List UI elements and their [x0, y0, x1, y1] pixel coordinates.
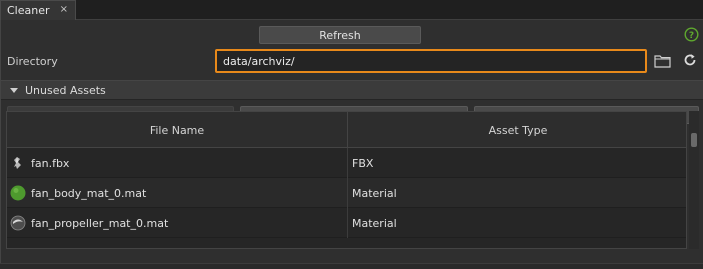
reload-icon[interactable]	[682, 52, 698, 68]
file-name: fan_propeller_mat_0.mat	[31, 216, 169, 230]
section-title: Unused Assets	[25, 83, 106, 97]
directory-input[interactable]	[215, 49, 647, 73]
refresh-button[interactable]: Refresh	[259, 26, 421, 44]
help-icon[interactable]: ?	[684, 27, 699, 42]
unused-assets-header[interactable]: Unused Assets	[1, 80, 703, 100]
column-header-asset-type[interactable]: Asset Type	[348, 112, 686, 148]
tab-cleaner[interactable]: Cleaner ×	[0, 0, 76, 20]
column-header-file-name[interactable]: File Name	[7, 112, 348, 148]
file-name: fan.fbx	[31, 156, 70, 170]
file-name-cell: fan_body_mat_0.mat	[7, 178, 348, 208]
table-header: File Name Asset Type	[7, 112, 686, 148]
unused-assets-table: File Name Asset Type fan.fbx FBX fan_bod…	[6, 111, 687, 249]
asset-type-cell: FBX	[352, 156, 374, 170]
file-name: fan_body_mat_0.mat	[31, 186, 147, 200]
svg-text:?: ?	[689, 31, 694, 41]
mesh-icon	[14, 157, 21, 169]
tab-label: Cleaner	[7, 4, 50, 17]
directory-label: Directory	[7, 55, 58, 68]
bottom-edge	[0, 263, 703, 269]
table-scrollbar[interactable]	[689, 111, 699, 249]
asset-type-cell: Material	[352, 186, 397, 200]
material-sphere-icon	[10, 215, 26, 231]
material-sphere-icon	[10, 185, 26, 201]
collapse-arrow-icon[interactable]	[10, 87, 18, 93]
asset-type-cell: Material	[352, 216, 397, 230]
scrollbar-thumb[interactable]	[691, 133, 697, 147]
table-row[interactable]: fan_propeller_mat_0.mat Material	[7, 208, 686, 238]
folder-icon[interactable]	[654, 53, 671, 68]
file-name-cell: fan.fbx	[7, 148, 348, 178]
close-icon[interactable]: ×	[60, 4, 68, 15]
tab-bar: Cleaner ×	[0, 0, 703, 20]
table-row[interactable]: fan_body_mat_0.mat Material	[7, 178, 686, 208]
table-row[interactable]: fan.fbx FBX	[7, 148, 686, 178]
file-name-cell: fan_propeller_mat_0.mat	[7, 208, 348, 238]
